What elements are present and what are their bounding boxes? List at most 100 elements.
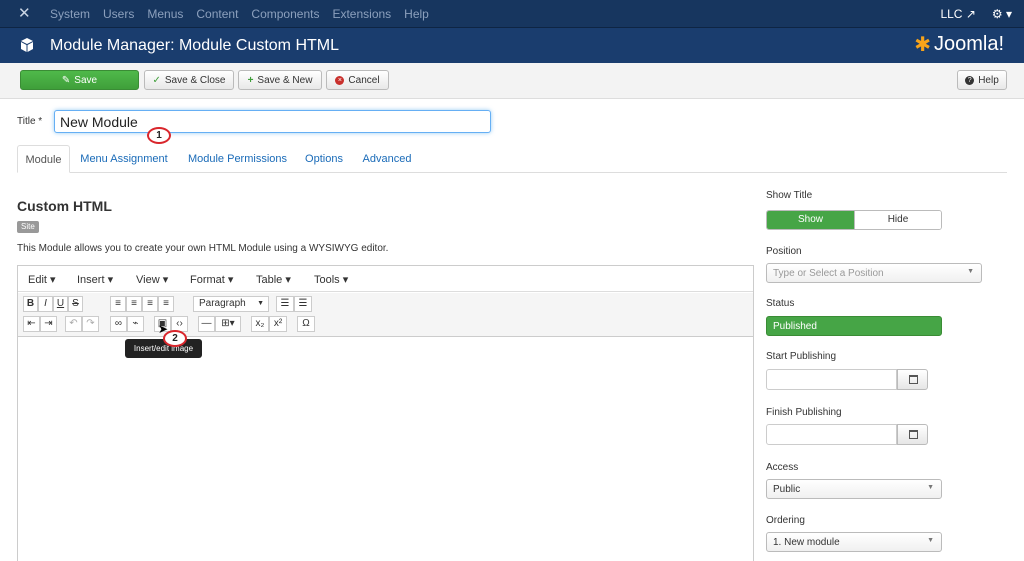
caret-down-icon: ▼ [927, 484, 934, 491]
ordering-label: Ordering [766, 515, 805, 526]
editor-menu-table[interactable]: Table ▾ [256, 273, 291, 286]
site-link[interactable]: LLC ↗ [940, 7, 975, 21]
start-publishing-label: Start Publishing [766, 351, 837, 362]
cancel-label: Cancel [348, 74, 380, 86]
mouse-cursor-icon: ➤ [158, 322, 169, 336]
joomla-logo-icon[interactable]: ✕ [18, 6, 34, 22]
editor-toolbar: B I U S ≡ ≡ ≡ ≡ Paragraph ▼ ☰ ☰ ⇤ ⇥ ↶ ↷ … [18, 293, 753, 337]
user-menu[interactable]: ⚙ ▾ [992, 7, 1012, 21]
topnav-right: LLC ↗ ⚙ ▾ [940, 7, 1012, 21]
tab-module[interactable]: Module [17, 145, 70, 173]
italic-icon[interactable]: I [38, 296, 53, 312]
start-publishing-input[interactable] [766, 369, 897, 390]
module-description: This Module allows you to create your ow… [17, 243, 389, 254]
tab-advanced[interactable]: Advanced [362, 145, 412, 173]
status-value: Published [773, 321, 817, 332]
calendar-icon [909, 430, 918, 439]
status-label: Status [766, 298, 795, 309]
save-close-button[interactable]: ✓ Save & Close [144, 70, 234, 90]
tab-menu-assignment[interactable]: Menu Assignment [79, 145, 169, 173]
external-link-icon: ↗ [965, 7, 976, 21]
check-icon: ✓ [152, 74, 161, 86]
menu-users[interactable]: Users [103, 7, 134, 21]
editor-menu-view[interactable]: View ▾ [136, 273, 168, 286]
editor-menu-insert[interactable]: Insert ▾ [77, 273, 113, 286]
special-character-icon[interactable]: Ω [297, 316, 315, 332]
show-option[interactable]: Show [767, 211, 854, 229]
redo-icon[interactable]: ↷ [82, 316, 99, 332]
menu-system[interactable]: System [50, 7, 90, 21]
question-icon: ? [965, 75, 975, 85]
save-close-label: Save & Close [164, 74, 226, 86]
joomla-brand-logo: ✱ Joomla! [914, 32, 1004, 57]
align-left-icon[interactable]: ≡ [110, 296, 126, 312]
menu-extensions[interactable]: Extensions [332, 7, 391, 21]
editor-menu-format[interactable]: Format ▾ [190, 273, 233, 286]
page-title: Module Manager: Module Custom HTML [50, 37, 340, 54]
editor-menu-edit[interactable]: Edit ▾ [28, 273, 56, 286]
joomla-mark-icon: ✱ [914, 34, 931, 56]
edit-icon: ✎ [61, 74, 71, 86]
editor-menubar: Edit ▾ Insert ▾ View ▾ Format ▾ Table ▾ … [18, 266, 753, 292]
editor-menu-tools[interactable]: Tools ▾ [314, 273, 348, 286]
start-calendar-button[interactable] [897, 369, 928, 390]
cancel-button[interactable]: × Cancel [326, 70, 389, 90]
title-input[interactable] [54, 110, 491, 133]
strikethrough-icon[interactable]: S [68, 296, 83, 312]
indent-icon[interactable]: ⇥ [40, 316, 57, 332]
page-header: Module Manager: Module Custom HTML ✱ Joo… [0, 28, 1024, 63]
help-button[interactable]: ? Help [957, 70, 1007, 90]
table-icon[interactable]: ⊞▾ [215, 316, 241, 332]
save-new-label: Save & New [257, 74, 313, 86]
horizontal-rule-icon[interactable]: — [198, 316, 215, 332]
plus-icon: + [247, 74, 254, 86]
menu-content[interactable]: Content [196, 7, 238, 21]
superscript-icon[interactable]: x² [269, 316, 287, 332]
position-label: Position [766, 246, 802, 257]
menu-help[interactable]: Help [404, 7, 429, 21]
menu-components[interactable]: Components [251, 7, 319, 21]
main-menu: System Users Menus Content Components Ex… [50, 7, 429, 21]
calendar-icon [909, 375, 918, 384]
finish-calendar-button[interactable] [897, 424, 928, 445]
editor-content-area[interactable] [18, 338, 753, 561]
access-select[interactable]: Public ▼ [766, 479, 942, 499]
undo-icon[interactable]: ↶ [65, 316, 82, 332]
finish-publishing-input[interactable] [766, 424, 897, 445]
position-placeholder: Type or Select a Position [773, 268, 884, 279]
numbered-list-icon[interactable]: ☰ [294, 296, 312, 312]
action-toolbar: ✎ Save ✓ Save & Close + Save & New × Can… [0, 63, 1024, 99]
bold-icon[interactable]: B [23, 296, 38, 312]
align-right-icon[interactable]: ≡ [142, 296, 158, 312]
ordering-select[interactable]: 1. New module ▼ [766, 532, 942, 552]
menu-menus[interactable]: Menus [147, 7, 183, 21]
underline-icon[interactable]: U [53, 296, 68, 312]
status-select[interactable]: Published [766, 316, 942, 336]
site-badge: Site [17, 221, 39, 233]
ordering-value: 1. New module [773, 537, 840, 548]
bullet-list-icon[interactable]: ☰ [276, 296, 294, 312]
subscript-icon[interactable]: x₂ [251, 316, 269, 332]
tab-module-permissions[interactable]: Module Permissions [186, 145, 289, 173]
tab-options[interactable]: Options [303, 145, 345, 173]
chevron-down-icon: ▼ [257, 300, 264, 307]
wysiwyg-editor: Edit ▾ Insert ▾ View ▾ Format ▾ Table ▾ … [17, 265, 754, 561]
save-new-button[interactable]: + Save & New [238, 70, 322, 90]
position-select[interactable]: Type or Select a Position ▼ [766, 263, 982, 283]
show-title-label: Show Title [766, 190, 813, 201]
cancel-icon: × [335, 75, 345, 85]
align-justify-icon[interactable]: ≡ [158, 296, 174, 312]
align-center-icon[interactable]: ≡ [126, 296, 142, 312]
outdent-icon[interactable]: ⇤ [23, 316, 40, 332]
format-select-value: Paragraph [199, 298, 246, 309]
unlink-icon[interactable]: ⌁ [127, 316, 144, 332]
module-tabs: Module Menu Assignment Module Permission… [17, 145, 1007, 173]
access-label: Access [766, 462, 799, 473]
help-label: Help [978, 74, 999, 86]
format-select[interactable]: Paragraph ▼ [193, 296, 269, 312]
link-icon[interactable]: ∞ [110, 316, 127, 332]
save-label: Save [74, 74, 98, 86]
hide-option[interactable]: Hide [854, 211, 941, 229]
save-button[interactable]: ✎ Save [20, 70, 139, 90]
access-value: Public [773, 484, 801, 495]
